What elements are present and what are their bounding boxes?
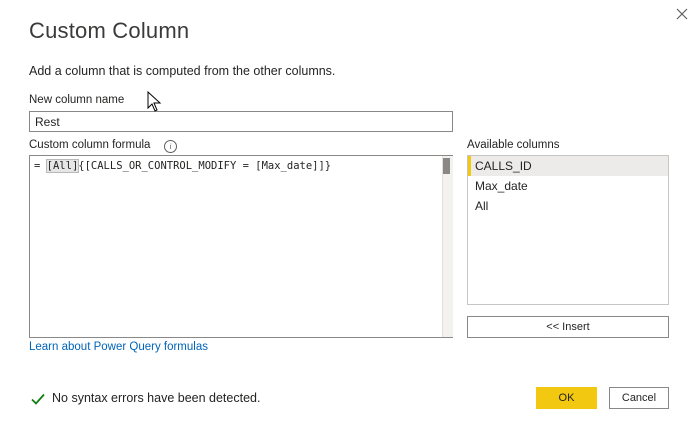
- cancel-button[interactable]: Cancel: [609, 387, 669, 409]
- close-icon: [676, 8, 688, 20]
- formula-scrollbar-thumb[interactable]: [443, 158, 450, 174]
- formula-prefix: =: [34, 160, 47, 172]
- info-icon[interactable]: i: [164, 140, 177, 153]
- available-column-item[interactable]: Max_date: [468, 176, 668, 196]
- formula-rest: {[CALLS_OR_CONTROL_MODIFY = [Max_date]]}: [78, 160, 332, 172]
- new-column-name-input[interactable]: [29, 111, 453, 132]
- new-column-name-label: New column name: [29, 94, 125, 106]
- dialog-title: Custom Column: [29, 18, 190, 43]
- learn-power-query-link[interactable]: Learn about Power Query formulas: [29, 341, 208, 353]
- syntax-status-text: No syntax errors have been detected.: [52, 391, 261, 405]
- available-columns-label: Available columns: [467, 139, 560, 151]
- insert-button[interactable]: << Insert: [467, 316, 669, 338]
- formula-editor[interactable]: [29, 155, 453, 338]
- dialog-subtitle: Add a column that is computed from the o…: [29, 64, 336, 78]
- available-column-item[interactable]: CALLS_ID: [468, 156, 668, 176]
- checkmark-icon: [30, 391, 46, 407]
- ok-button[interactable]: OK: [536, 387, 597, 409]
- formula-highlighted-token: [All]: [45, 159, 80, 173]
- formula-text[interactable]: = [All]{[CALLS_OR_CONTROL_MODIFY = [Max_…: [34, 159, 332, 173]
- close-button[interactable]: [674, 6, 690, 22]
- mouse-cursor-icon: [147, 90, 163, 113]
- available-column-item[interactable]: All: [468, 196, 668, 216]
- formula-scrollbar[interactable]: [442, 156, 453, 337]
- custom-formula-label: Custom column formula: [29, 139, 151, 151]
